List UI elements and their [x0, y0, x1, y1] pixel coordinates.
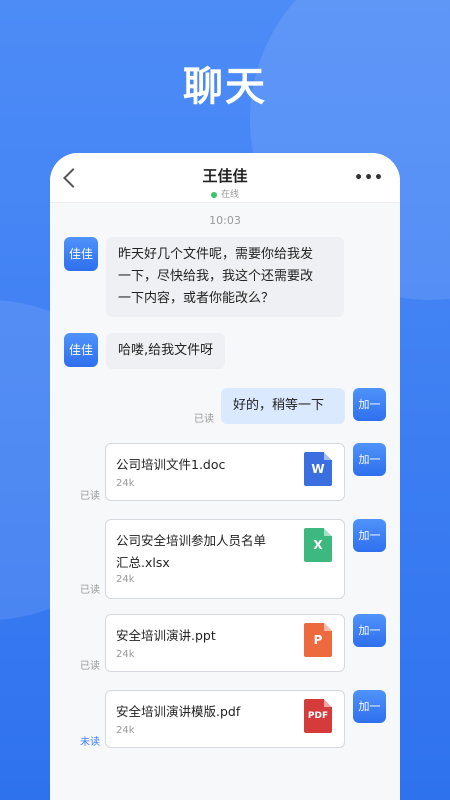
my-avatar[interactable]: 加一: [353, 388, 386, 421]
file-message-xlsx[interactable]: 公司安全培训参加人员名单 汇总.xlsx 24k X: [105, 519, 345, 599]
my-avatar[interactable]: 加一: [353, 519, 386, 552]
message-line: 昨天好几个文件呢，需要你给我发: [118, 247, 314, 262]
online-status: 在线: [50, 187, 400, 200]
file-name-line: 公司培训文件1.doc: [116, 457, 226, 472]
message-bubble-incoming[interactable]: 哈喽,给我文件呀: [106, 333, 226, 369]
contact-name: 王佳佳: [202, 167, 248, 185]
read-receipt: 已读: [80, 585, 100, 596]
contact-avatar[interactable]: 佳佳: [64, 237, 98, 271]
contact-avatar[interactable]: 佳佳: [64, 333, 98, 367]
my-avatar[interactable]: 加一: [353, 614, 386, 647]
file-size: 24k: [116, 649, 135, 660]
chat-window: 王佳佳 在线 ••• 10:03 佳佳 昨天好几个文件呢，需要你给我发 一下，尽…: [50, 153, 400, 800]
file-message-doc[interactable]: 公司培训文件1.doc 24k W: [105, 443, 345, 501]
word-file-icon: W: [304, 452, 332, 486]
file-name: 安全培训演讲.ppt: [116, 625, 296, 647]
chat-header: 王佳佳 在线 •••: [50, 153, 400, 203]
powerpoint-file-icon: P: [304, 623, 332, 657]
message-line: 哈喽,给我文件呀: [118, 343, 214, 358]
file-name: 公司培训文件1.doc: [116, 454, 296, 476]
page-title: 聊天: [183, 64, 267, 110]
file-name-line: 汇总.xlsx: [116, 555, 170, 570]
message-timestamp: 10:03: [209, 214, 241, 227]
file-size: 24k: [116, 478, 135, 489]
unread-receipt: 未读: [80, 737, 100, 748]
message-bubble-outgoing[interactable]: 好的，稍等一下: [221, 388, 345, 424]
file-size: 24k: [116, 725, 135, 736]
file-name: 公司安全培训参加人员名单 汇总.xlsx: [116, 530, 296, 574]
file-message-ppt[interactable]: 安全培训演讲.ppt 24k P: [105, 614, 345, 672]
read-receipt: 已读: [80, 661, 100, 672]
pdf-file-icon: PDF: [304, 699, 332, 733]
more-options-icon[interactable]: •••: [354, 171, 384, 185]
my-avatar[interactable]: 加一: [353, 443, 386, 476]
file-size: 24k: [116, 574, 135, 585]
file-name-line: 公司安全培训参加人员名单: [116, 533, 267, 548]
excel-file-icon: X: [304, 528, 332, 562]
status-text: 在线: [220, 190, 239, 200]
online-dot-icon: [210, 191, 217, 198]
file-name-line: 安全培训演讲.ppt: [116, 628, 216, 643]
file-name-line: 安全培训演讲模版.pdf: [116, 704, 241, 719]
read-receipt: 已读: [194, 414, 214, 425]
file-name: 安全培训演讲模版.pdf: [116, 701, 296, 723]
file-message-pdf[interactable]: 安全培训演讲模版.pdf 24k PDF: [105, 690, 345, 748]
message-line: 一下，尽快给我，我这个还需要改: [118, 269, 314, 284]
message-line: 一下内容，或者你能改么？: [118, 291, 275, 306]
message-bubble-incoming[interactable]: 昨天好几个文件呢，需要你给我发 一下，尽快给我，我这个还需要改 一下内容，或者你…: [106, 237, 344, 317]
read-receipt: 已读: [80, 491, 100, 502]
my-avatar[interactable]: 加一: [353, 690, 386, 723]
